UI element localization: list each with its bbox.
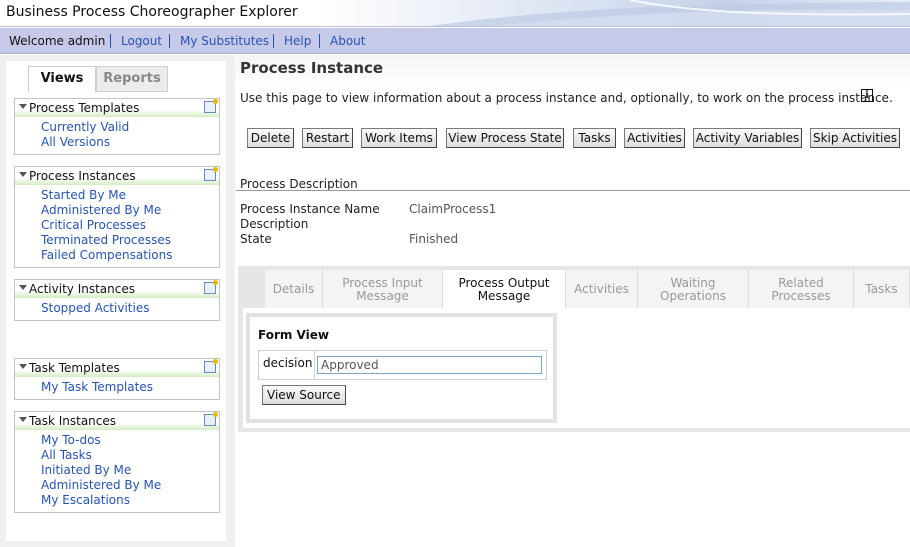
nav-separator — [169, 34, 170, 48]
tab-views[interactable]: Views — [28, 66, 96, 92]
help-link[interactable]: Help — [284, 34, 311, 48]
panel-header: Process Instances — [15, 167, 219, 185]
app-header: Business Process Choreographer Explorer — [0, 0, 910, 27]
field-divider — [314, 351, 315, 379]
sidebar-item-my-todos[interactable]: My To-dos — [15, 433, 219, 448]
process-instance-name-label: Process Instance Name — [240, 202, 380, 216]
sidebar-item-started-by-me[interactable]: Started By Me — [15, 188, 219, 203]
sidebar-item-all-tasks[interactable]: All Tasks — [15, 448, 219, 463]
header-decoration — [430, 0, 910, 26]
panel-title: Process Templates — [29, 101, 140, 115]
page-intro-text: Use this page to view information about … — [240, 91, 893, 105]
activity-variables-button[interactable]: Activity Variables — [693, 128, 802, 148]
page-title: Process Instance — [240, 59, 384, 77]
section-title-process-description: Process Description — [240, 177, 358, 191]
tab-label: Activities — [574, 282, 629, 296]
collapse-triangle-icon[interactable] — [19, 417, 27, 422]
sidebar-item-all-versions[interactable]: All Versions — [15, 135, 219, 150]
panel-header: Process Templates — [15, 99, 219, 117]
collapse-triangle-icon[interactable] — [19, 364, 27, 369]
nav-separator — [110, 34, 111, 48]
tab-related-processes[interactable]: Related Processes — [749, 270, 854, 308]
sidebar-item-critical-processes[interactable]: Critical Processes — [15, 218, 219, 233]
sidebar-item-failed-compensations[interactable]: Failed Compensations — [15, 248, 219, 263]
process-instance-name-value: ClaimProcess1 — [409, 202, 497, 216]
view-process-state-button[interactable]: View Process State — [446, 128, 564, 148]
nav-separator — [319, 34, 320, 48]
customize-icon[interactable] — [204, 412, 218, 426]
panel-activity-instances: Activity Instances Stopped Activities — [14, 279, 220, 321]
restart-button[interactable]: Restart — [302, 128, 353, 148]
view-source-button[interactable]: View Source — [262, 385, 346, 405]
tab-waiting-operations[interactable]: Waiting Operations — [638, 270, 749, 308]
info-icon[interactable]: i — [861, 89, 873, 102]
tab-reports[interactable]: Reports — [96, 66, 168, 92]
sidebar: Views Reports Process Templates Currentl… — [0, 55, 235, 547]
work-items-button[interactable]: Work Items — [361, 128, 437, 148]
customize-icon[interactable] — [204, 99, 218, 113]
sidebar-item-currently-valid[interactable]: Currently Valid — [15, 120, 219, 135]
sidebar-item-task-administered-by-me[interactable]: Administered By Me — [15, 478, 219, 493]
panel-title: Process Instances — [29, 169, 136, 183]
tab-label: Tasks — [865, 282, 898, 296]
panel-process-templates: Process Templates Currently Valid All Ve… — [14, 98, 220, 155]
description-label: Description — [240, 217, 309, 231]
panel-title: Activity Instances — [29, 282, 135, 296]
nav-separator — [273, 34, 274, 48]
sidebar-item-initiated-by-me[interactable]: Initiated By Me — [15, 463, 219, 478]
tab-details[interactable]: Details — [265, 270, 323, 308]
panel-header: Task Instances — [15, 412, 219, 430]
tasks-button[interactable]: Tasks — [573, 128, 616, 148]
welcome-text: Welcome admin — [9, 34, 106, 48]
delete-button[interactable]: Delete — [247, 128, 294, 148]
tab-label: Processes — [771, 289, 831, 303]
decision-label: decision — [263, 356, 313, 370]
tab-label: Message — [477, 289, 531, 303]
tab-process-input-message[interactable]: Process Input Message — [323, 270, 443, 308]
sidebar-content: Views Reports Process Templates Currentl… — [6, 61, 226, 541]
panel-title: Task Templates — [29, 361, 120, 375]
app-title: Business Process Choreographer Explorer — [6, 4, 298, 20]
activities-button[interactable]: Activities — [624, 128, 685, 148]
panel-task-templates: Task Templates My Task Templates — [14, 358, 220, 400]
tab-label: Operations — [660, 289, 726, 303]
customize-icon[interactable] — [204, 280, 218, 294]
state-value: Finished — [409, 232, 459, 246]
customize-icon[interactable] — [204, 359, 218, 373]
panel-header: Activity Instances — [15, 280, 219, 298]
sidebar-item-administered-by-me[interactable]: Administered By Me — [15, 203, 219, 218]
sidebar-item-terminated-processes[interactable]: Terminated Processes — [15, 233, 219, 248]
tab-activities[interactable]: Activities — [566, 270, 638, 308]
my-substitutes-link[interactable]: My Substitutes — [180, 34, 269, 48]
section-divider — [236, 190, 910, 191]
sidebar-item-my-task-templates[interactable]: My Task Templates — [15, 380, 219, 395]
tab-process-output-message[interactable]: Process Output Message — [443, 270, 566, 310]
sidebar-item-stopped-activities[interactable]: Stopped Activities — [15, 301, 219, 316]
panel-task-instances: Task Instances My To-dos All Tasks Initi… — [14, 411, 220, 513]
customize-icon[interactable] — [204, 167, 218, 181]
collapse-triangle-icon[interactable] — [19, 285, 27, 290]
tab-label: Details — [272, 282, 315, 296]
panel-process-instances: Process Instances Started By Me Administ… — [14, 166, 220, 268]
decision-field[interactable]: Approved — [317, 356, 542, 374]
state-label: State — [240, 232, 272, 246]
tab-tasks[interactable]: Tasks — [854, 270, 910, 308]
collapse-triangle-icon[interactable] — [19, 104, 27, 109]
about-link[interactable]: About — [330, 34, 365, 48]
form-view-title: Form View — [258, 328, 329, 342]
sidebar-item-my-escalations[interactable]: My Escalations — [15, 493, 219, 508]
top-nav-bar: Welcome admin Logout My Substitutes Help… — [0, 28, 910, 54]
panel-title: Task Instances — [29, 414, 117, 428]
panel-header: Task Templates — [15, 359, 219, 377]
logout-link[interactable]: Logout — [121, 34, 162, 48]
collapse-triangle-icon[interactable] — [19, 172, 27, 177]
skip-activities-button[interactable]: Skip Activities — [810, 128, 900, 148]
tab-label: Message — [356, 289, 409, 303]
